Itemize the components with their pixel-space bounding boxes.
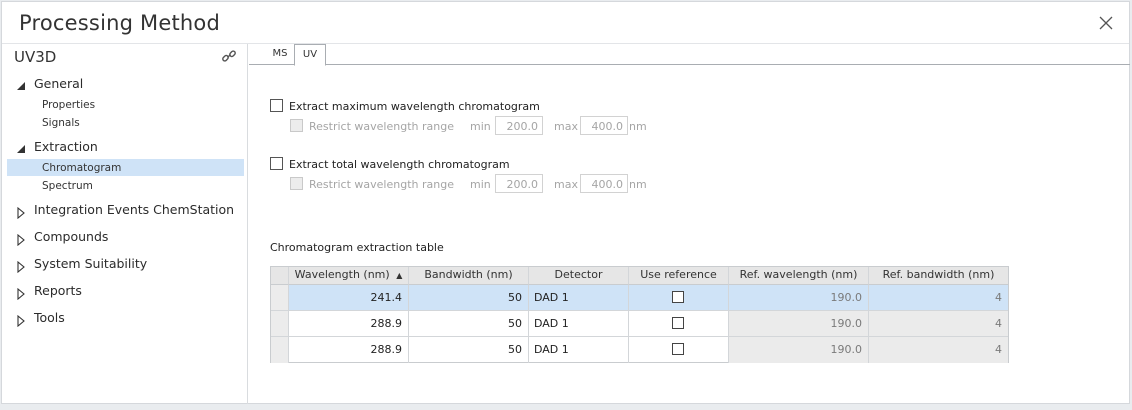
detector-cell[interactable]: DAD 1 bbox=[529, 337, 629, 363]
bandwidth-cell[interactable]: 50 bbox=[409, 285, 529, 311]
wavelength-cell[interactable]: 241.4 bbox=[289, 285, 409, 311]
collapsed-arrow-icon[interactable] bbox=[15, 204, 27, 220]
use-reference-cell bbox=[629, 311, 729, 337]
collapsed-arrow-icon[interactable] bbox=[15, 312, 27, 328]
restrict-range-checkbox[interactable] bbox=[290, 119, 303, 132]
min-wavelength-input[interactable]: 200.0 bbox=[495, 174, 543, 193]
use-reference-cell bbox=[629, 285, 729, 311]
tab-strip: MS UV bbox=[249, 44, 1130, 66]
row-header[interactable] bbox=[271, 285, 289, 311]
tree-item-integration-events[interactable]: Integration Events ChemStation bbox=[34, 202, 234, 217]
column-header-ref-bandwidth[interactable]: Ref. bandwidth (nm) bbox=[869, 267, 1008, 285]
tree-item-tools[interactable]: Tools bbox=[34, 310, 65, 325]
wavelength-cell[interactable]: 288.9 bbox=[289, 337, 409, 363]
use-reference-checkbox[interactable] bbox=[672, 291, 684, 303]
row-header-corner bbox=[271, 267, 289, 285]
min-label: min bbox=[470, 120, 491, 133]
title-bar: Processing Method bbox=[2, 2, 1129, 44]
close-icon[interactable] bbox=[1097, 14, 1115, 32]
tree-item-compounds[interactable]: Compounds bbox=[34, 229, 108, 244]
column-header-bandwidth[interactable]: Bandwidth (nm) bbox=[409, 267, 529, 285]
tree-item-signals[interactable]: Signals bbox=[42, 117, 80, 129]
tree-item-spectrum[interactable]: Spectrum bbox=[42, 180, 93, 192]
extract-total-checkbox[interactable] bbox=[270, 157, 283, 170]
restrict-range-label: Restrict wavelength range bbox=[309, 120, 454, 133]
column-header-use-reference[interactable]: Use reference bbox=[629, 267, 729, 285]
max-label: max bbox=[554, 178, 578, 191]
table-title: Chromatogram extraction table bbox=[270, 241, 444, 254]
tree-item-properties[interactable]: Properties bbox=[42, 99, 95, 111]
detector-cell[interactable]: DAD 1 bbox=[529, 285, 629, 311]
detector-cell[interactable]: DAD 1 bbox=[529, 311, 629, 337]
unit-label: nm bbox=[629, 120, 647, 133]
row-header[interactable] bbox=[271, 311, 289, 337]
table-row[interactable]: 241.4 50 DAD 1 190.0 4 bbox=[271, 285, 1008, 311]
extract-max-checkbox[interactable] bbox=[270, 99, 283, 112]
processing-method-window: Processing Method UV3D General Propertie… bbox=[1, 1, 1130, 404]
ref-bandwidth-cell[interactable]: 4 bbox=[869, 311, 1008, 337]
restrict-range-checkbox[interactable] bbox=[290, 177, 303, 190]
tree-item-extraction[interactable]: Extraction bbox=[34, 139, 98, 154]
column-header-wavelength[interactable]: Wavelength (nm) ▲ bbox=[289, 267, 409, 285]
ref-wavelength-cell[interactable]: 190.0 bbox=[729, 285, 869, 311]
use-reference-checkbox[interactable] bbox=[672, 317, 684, 329]
max-wavelength-input[interactable]: 400.0 bbox=[580, 174, 628, 193]
method-tree: UV3D General Properties Signals Extracti… bbox=[2, 44, 248, 404]
collapsed-arrow-icon[interactable] bbox=[15, 258, 27, 274]
tree-item-reports[interactable]: Reports bbox=[34, 283, 82, 298]
use-reference-checkbox[interactable] bbox=[672, 343, 684, 355]
main-panel: MS UV Extract maximum wavelength chromat… bbox=[249, 44, 1130, 404]
min-wavelength-input[interactable]: 200.0 bbox=[495, 116, 543, 135]
bandwidth-cell[interactable]: 50 bbox=[409, 311, 529, 337]
wavelength-cell[interactable]: 288.9 bbox=[289, 311, 409, 337]
ref-wavelength-cell[interactable]: 190.0 bbox=[729, 337, 869, 363]
ref-wavelength-cell[interactable]: 190.0 bbox=[729, 311, 869, 337]
chromatogram-extraction-table: Wavelength (nm) ▲ Bandwidth (nm) Detecto… bbox=[270, 266, 1009, 363]
ref-bandwidth-cell[interactable]: 4 bbox=[869, 337, 1008, 363]
extract-total-label: Extract total wavelength chromatogram bbox=[289, 158, 510, 171]
max-wavelength-input[interactable]: 400.0 bbox=[580, 116, 628, 135]
tree-item-general[interactable]: General bbox=[34, 76, 83, 91]
table-row[interactable]: 288.9 50 DAD 1 190.0 4 bbox=[271, 337, 1008, 363]
use-reference-cell bbox=[629, 337, 729, 363]
expanded-arrow-icon[interactable] bbox=[15, 77, 27, 90]
table-row[interactable]: 288.9 50 DAD 1 190.0 4 bbox=[271, 311, 1008, 337]
collapsed-arrow-icon[interactable] bbox=[15, 231, 27, 247]
unit-label: nm bbox=[629, 178, 647, 191]
tree-item-system-suitability[interactable]: System Suitability bbox=[34, 256, 147, 271]
row-header[interactable] bbox=[271, 337, 289, 363]
tab-uv[interactable]: UV bbox=[294, 44, 326, 66]
expanded-arrow-icon[interactable] bbox=[15, 140, 27, 153]
tree-item-chromatogram[interactable]: Chromatogram bbox=[42, 162, 121, 174]
ref-bandwidth-cell[interactable]: 4 bbox=[869, 285, 1008, 311]
column-header-detector[interactable]: Detector bbox=[529, 267, 629, 285]
collapsed-arrow-icon[interactable] bbox=[15, 285, 27, 301]
link-icon[interactable] bbox=[221, 48, 237, 64]
column-header-label: Wavelength (nm) bbox=[294, 268, 390, 281]
restrict-range-label: Restrict wavelength range bbox=[309, 178, 454, 191]
min-label: min bbox=[470, 178, 491, 191]
tab-ms[interactable]: MS bbox=[267, 44, 293, 65]
sort-ascending-icon: ▲ bbox=[396, 271, 403, 280]
bandwidth-cell[interactable]: 50 bbox=[409, 337, 529, 363]
column-header-ref-wavelength[interactable]: Ref. wavelength (nm) bbox=[729, 267, 869, 285]
window-title: Processing Method bbox=[19, 11, 220, 35]
max-label: max bbox=[554, 120, 578, 133]
table-header-row: Wavelength (nm) ▲ Bandwidth (nm) Detecto… bbox=[271, 267, 1008, 285]
extract-max-label: Extract maximum wavelength chromatogram bbox=[289, 100, 540, 113]
method-name: UV3D bbox=[14, 48, 57, 66]
